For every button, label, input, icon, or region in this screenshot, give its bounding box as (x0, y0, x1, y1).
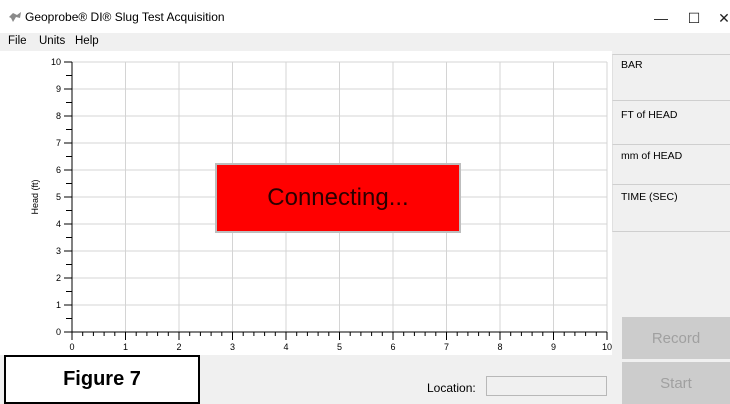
x-tick-label: 4 (283, 342, 288, 352)
y-tick-label: 6 (56, 165, 61, 175)
x-tick-label: 1 (123, 342, 128, 352)
menu-units[interactable]: Units (39, 35, 65, 47)
figure-caption: Figure 7 (63, 368, 141, 390)
y-axis-title: Head (ft) (30, 179, 40, 214)
x-tick-label: 10 (602, 342, 612, 352)
menu-file[interactable]: File (8, 35, 27, 47)
start-button[interactable]: Start (622, 362, 730, 404)
location-input[interactable] (486, 376, 607, 396)
y-tick-label: 8 (56, 111, 61, 121)
window-title: Geoprobe® DI® Slug Test Acquisition (25, 10, 225, 24)
readout-bar-panel: BAR (612, 54, 730, 101)
y-tick-label: 7 (56, 138, 61, 148)
readout-ft-head-panel: FT of HEAD (612, 100, 730, 145)
connecting-status-box: Connecting... (215, 163, 461, 233)
readout-time-label: TIME (SEC) (621, 191, 678, 203)
menu-help[interactable]: Help (75, 35, 99, 47)
location-label: Location: (427, 381, 476, 395)
y-tick-label: 4 (56, 219, 61, 229)
y-tick-label: 9 (56, 84, 61, 94)
y-tick-label: 0 (56, 327, 61, 337)
figure-caption-box: Figure 7 (4, 355, 200, 404)
x-tick-label: 8 (497, 342, 502, 352)
x-tick-label: 3 (230, 342, 235, 352)
readout-ft-head-label: FT of HEAD (621, 109, 678, 121)
y-tick-label: 10 (51, 57, 61, 67)
readout-mm-head-panel: mm of HEAD (612, 144, 730, 185)
close-button[interactable]: ✕ (705, 0, 730, 33)
x-tick-label: 0 (69, 342, 74, 352)
x-tick-label: 7 (444, 342, 449, 352)
x-tick-label: 2 (176, 342, 181, 352)
app-logo-icon (9, 12, 21, 22)
y-tick-label: 3 (56, 246, 61, 256)
y-tick-label: 1 (56, 300, 61, 310)
readout-bar-label: BAR (621, 59, 643, 71)
y-tick-label: 5 (56, 192, 61, 202)
readout-time-panel: TIME (SEC) (612, 184, 730, 232)
y-tick-label: 2 (56, 273, 61, 283)
record-button[interactable]: Record (622, 317, 730, 359)
menu-bar (0, 33, 730, 51)
x-tick-label: 5 (337, 342, 342, 352)
x-tick-label: 9 (551, 342, 556, 352)
readout-mm-head-label: mm of HEAD (621, 150, 683, 162)
connecting-status-text: Connecting... (267, 184, 409, 211)
x-tick-label: 6 (390, 342, 395, 352)
